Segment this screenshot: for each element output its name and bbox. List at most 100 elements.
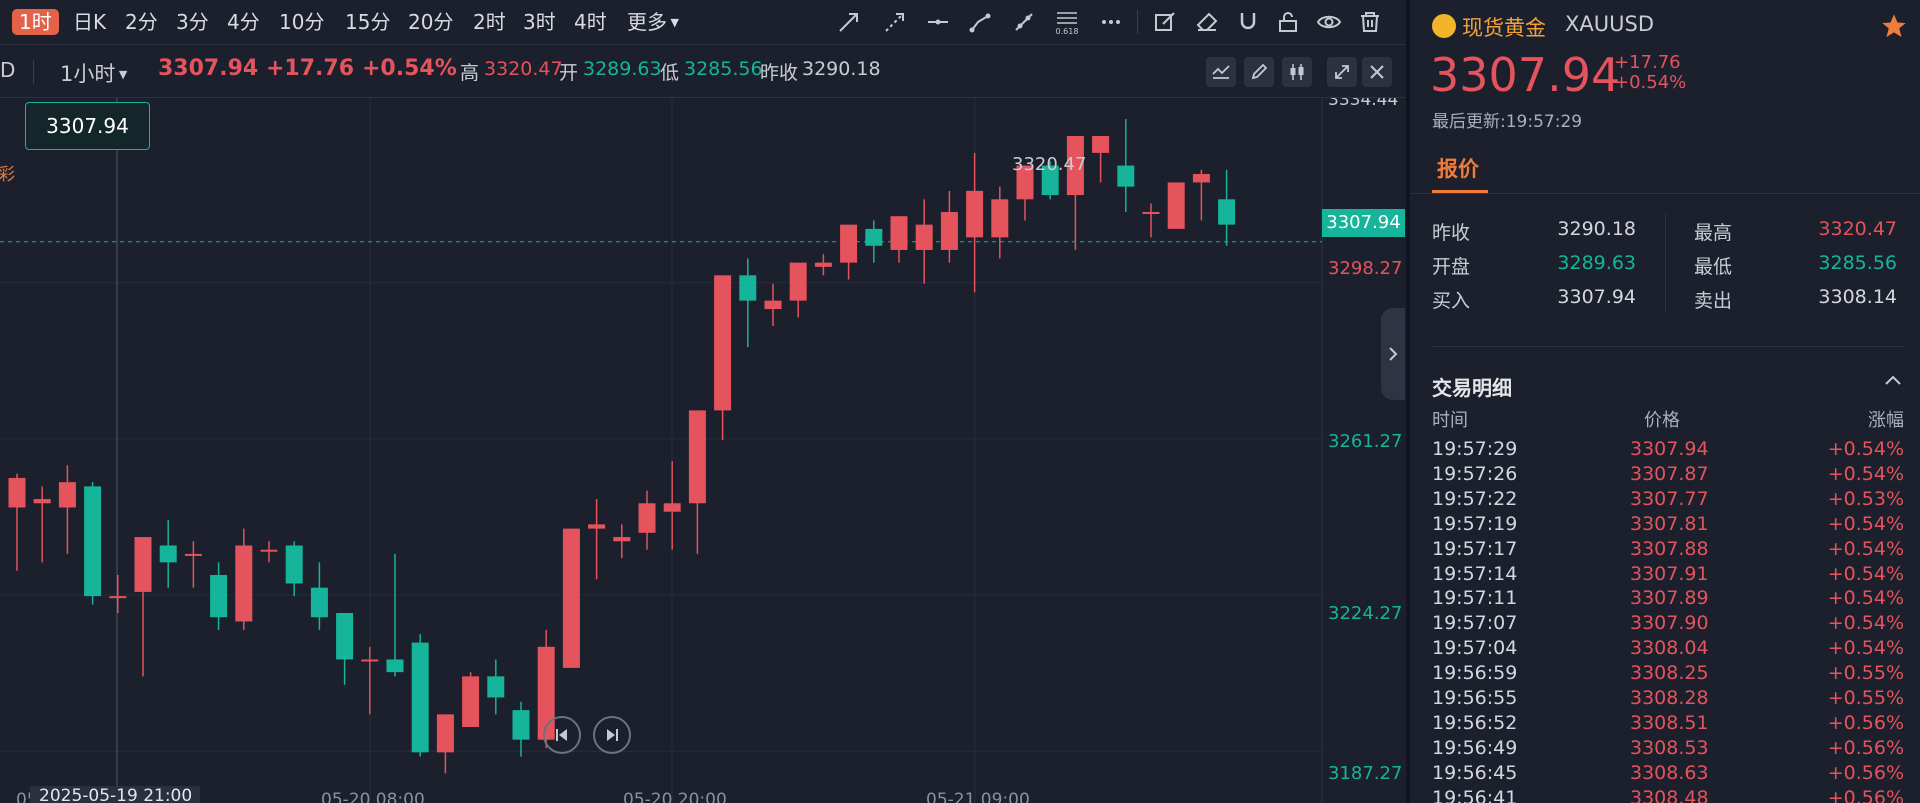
delete-tool[interactable] [1355, 8, 1385, 36]
period-4m[interactable]: 4分 [224, 9, 263, 35]
quote-divider [1665, 214, 1666, 312]
candle [739, 258, 757, 348]
current-price-tag: 3307.94 [1322, 209, 1405, 237]
expand-icon [1335, 65, 1349, 79]
chart-type-button[interactable] [1282, 57, 1312, 87]
candle-body [1117, 165, 1135, 187]
chevron-up-icon[interactable] [1884, 374, 1902, 386]
trade-change: +0.53% [1827, 487, 1904, 510]
trade-price: 3307.94 [1630, 438, 1709, 460]
y-tick-label: 3224.27 [1328, 603, 1403, 624]
dashed-line-tool[interactable] [880, 8, 910, 36]
candle [714, 275, 732, 440]
high-label: 最高 [1694, 222, 1733, 244]
period-3m[interactable]: 3分 [173, 9, 212, 35]
candlestick-chart[interactable]: 3307.94 彩 3334.44 3320.47 3298.27 3261.2… [0, 98, 1405, 803]
trade-row: 19:56:59 3308.25 +0.55% [1432, 662, 1904, 687]
trade-price: 3307.88 [1630, 537, 1709, 560]
period-1h[interactable]: 1时 [12, 9, 59, 35]
period-15m[interactable]: 15分 [342, 9, 393, 35]
candle [336, 613, 354, 685]
x-tick-label: 05-21 09:00 [926, 790, 1030, 803]
more-tools-button[interactable] [1096, 8, 1126, 36]
panel-change-pct: +0.54% [1614, 72, 1687, 93]
ray-line-tool[interactable] [834, 8, 864, 36]
period-2m[interactable]: 2分 [122, 9, 161, 35]
trade-price: 3307.90 [1630, 612, 1709, 635]
left-edge-marker: 彩 [0, 165, 15, 185]
candle [814, 254, 832, 276]
candle [512, 701, 530, 757]
magnet-icon [1240, 13, 1256, 30]
candle-body [512, 710, 530, 740]
period-10m[interactable]: 10分 [276, 9, 327, 35]
prev-close-label: 昨收 [1432, 222, 1471, 244]
candle-body [789, 262, 807, 301]
trend-line-tool[interactable] [1009, 8, 1039, 36]
close-icon [1370, 65, 1384, 79]
horizontal-line-tool[interactable] [923, 8, 953, 36]
period-2h[interactable]: 2时 [470, 9, 509, 35]
candle-body [210, 575, 228, 618]
note-tool[interactable] [1150, 8, 1180, 36]
symbol-divider [33, 60, 34, 84]
scroll-forward-button[interactable] [593, 716, 631, 754]
visibility-tool[interactable] [1314, 8, 1344, 36]
trade-time: 19:57:19 [1432, 512, 1518, 535]
candle [915, 199, 933, 284]
candle-body [134, 537, 152, 592]
skip-forward-icon [607, 729, 618, 741]
candle-body [361, 659, 379, 662]
magnet-tool[interactable] [1233, 8, 1263, 36]
close-chart-button[interactable] [1362, 57, 1392, 87]
period-more-label: 更多 [627, 10, 667, 34]
tab-quote[interactable]: 报价 [1437, 153, 1479, 183]
fullscreen-button[interactable] [1327, 57, 1357, 87]
trade-time: 19:57:14 [1432, 562, 1518, 585]
candle-series [8, 119, 1236, 774]
candle [1142, 203, 1160, 238]
interval-label: 1小时 [60, 62, 116, 86]
period-more[interactable]: 更多 ▼ [624, 9, 682, 35]
trade-change: +0.54% [1827, 512, 1904, 535]
high-value: 3320.47 [1818, 218, 1897, 240]
trade-row: 19:57:14 3307.91 +0.54% [1432, 563, 1904, 588]
period-4h[interactable]: 4时 [571, 9, 610, 35]
trade-row: 19:57:11 3307.89 +0.54% [1432, 587, 1904, 612]
candle [487, 659, 505, 715]
bid-label: 买入 [1432, 290, 1471, 312]
period-3h[interactable]: 3时 [520, 9, 559, 35]
candle-body [58, 482, 76, 508]
scroll-back-button[interactable] [543, 716, 581, 754]
fibonacci-tool[interactable]: 0.618 [1052, 8, 1082, 36]
trade-change: +0.54% [1827, 462, 1904, 485]
more-dots-icon [1102, 20, 1120, 24]
indicator-button[interactable] [1206, 57, 1236, 87]
top-toolbar: 1时 日K 2分 3分 4分 10分 15分 20分 2时 3时 4时 更多 ▼… [0, 0, 1405, 45]
candle-body [411, 642, 429, 753]
collapse-panel-button[interactable] [1381, 308, 1405, 400]
trade-price: 3308.04 [1630, 637, 1709, 660]
crosshair-time-box: 2025-05-19 21:00 [30, 786, 200, 803]
period-20m[interactable]: 20分 [405, 9, 456, 35]
segment-line-tool[interactable] [965, 8, 995, 36]
eraser-tool[interactable] [1192, 8, 1222, 36]
candle [865, 220, 883, 263]
draw-button[interactable] [1244, 57, 1274, 87]
quote-info-bar: D 1小时 ▼ 3307.94 +17.76 +0.54% 高 3320.47 … [0, 46, 1405, 98]
candle-body [739, 275, 757, 301]
candle [310, 562, 328, 630]
trade-row: 19:57:22 3307.77 +0.53% [1432, 488, 1904, 513]
chart-canvas[interactable] [0, 98, 1405, 803]
period-day[interactable]: 日K [70, 9, 109, 35]
candle [1218, 169, 1236, 246]
candle-body [991, 199, 1009, 238]
trade-price: 3307.89 [1630, 587, 1709, 610]
candle-body [336, 613, 354, 660]
candle-body [386, 659, 404, 673]
lock-tool[interactable] [1273, 8, 1303, 36]
favorite-star-icon[interactable] [1880, 12, 1908, 40]
quote-panel: 现货黄金 XAUUSD 3307.94 +17.76 +0.54% 最后更新:1… [1406, 0, 1920, 803]
trade-price: 3308.53 [1630, 736, 1709, 759]
interval-select[interactable]: 1小时 ▼ [60, 58, 127, 88]
